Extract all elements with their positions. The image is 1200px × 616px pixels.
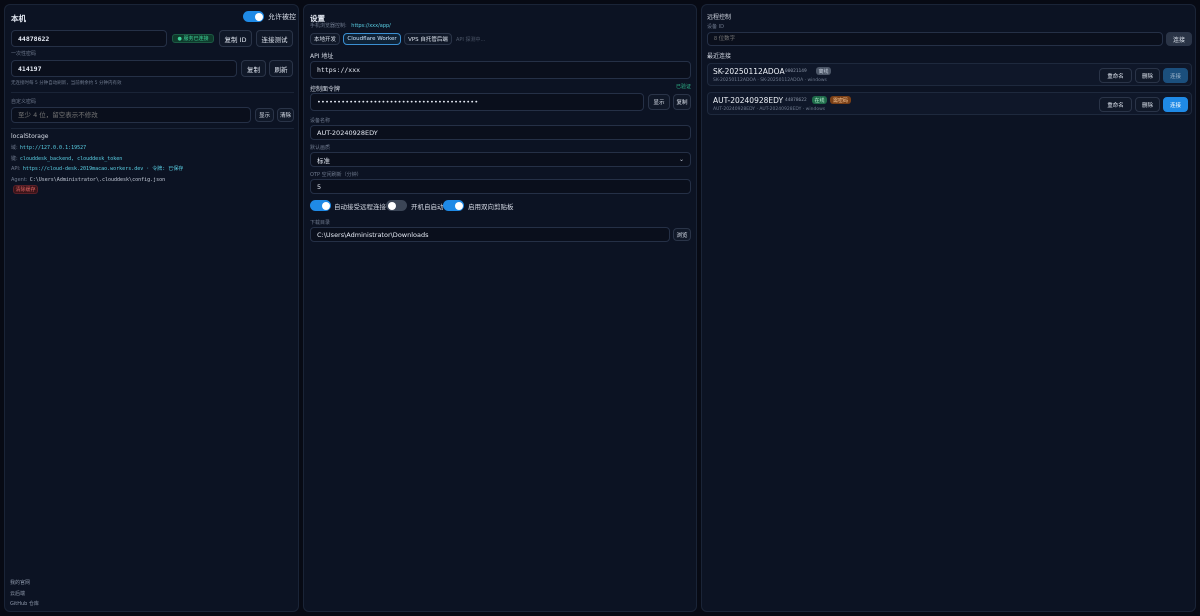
clear-cache-button[interactable]: 清除缓存: [13, 185, 38, 194]
auto-accept-label: 自动接受远程连接: [334, 203, 386, 211]
toggle-knob: [254, 12, 263, 21]
status-badge-password: 需密码: [830, 96, 851, 104]
connect-button[interactable]: 连接: [1163, 97, 1188, 112]
api-status: API 探测中...: [456, 37, 486, 43]
storage-title: localStorage: [11, 133, 49, 140]
local-panel: 本机 允许被控 44878622 ● 服务已连接 复制 ID 连接测试 一次性密…: [4, 4, 299, 612]
divider: [11, 92, 294, 93]
footer-links: 我的官网 云后端 GitHub 仓库: [10, 578, 39, 610]
api-address-label: API 地址: [310, 53, 334, 60]
allow-control-label: 允许被控: [268, 13, 296, 21]
delete-button[interactable]: 删除: [1135, 97, 1160, 112]
otp-display: 414197: [11, 60, 237, 77]
allow-control-toggle[interactable]: [243, 11, 264, 22]
clipboard-label: 启用双向剪贴板: [468, 203, 514, 211]
toggle-knob: [321, 201, 330, 210]
service-status-badge: ● 服务已连接: [172, 34, 214, 43]
device-name-input[interactable]: AUT-20240928EDY: [310, 125, 691, 140]
toggle-knob: [387, 201, 396, 210]
remote-device-id-input[interactable]: [707, 32, 1163, 46]
clipboard-toggle[interactable]: [443, 200, 464, 211]
autostart-toggle[interactable]: [386, 200, 407, 211]
recent-device-name: SK-20250112ADOA: [713, 67, 785, 76]
custom-password-label: 自定义密码: [11, 99, 37, 105]
recent-device-id: 44878622: [785, 98, 807, 103]
footer-link-backend[interactable]: 云后端: [10, 589, 39, 600]
copy-id-button[interactable]: 复制 ID: [219, 30, 252, 47]
rename-button[interactable]: 重命名: [1099, 68, 1132, 83]
phone-control-label: 手机浏览器控制:: [310, 23, 347, 29]
otp-interval-input[interactable]: 5: [310, 179, 691, 194]
storage-info: 域: http://127.0.0.1:19527 键: clouddesk_b…: [11, 143, 183, 185]
footer-link-github[interactable]: GitHub 仓库: [10, 599, 39, 610]
show-password-button[interactable]: 显示: [255, 108, 274, 122]
chevron-down-icon: ⌄: [678, 156, 684, 163]
auto-accept-toggle[interactable]: [310, 200, 331, 211]
device-id-display: 44878622: [11, 30, 167, 47]
token-label: 控制面令牌: [310, 86, 341, 93]
copy-otp-button[interactable]: 复制: [241, 60, 266, 77]
recent-label: 最近连接: [707, 53, 732, 60]
autostart-label: 开机自启动: [411, 203, 444, 211]
footer-link-site[interactable]: 我的官网: [10, 578, 39, 589]
storage-line: 键: clouddesk_backend, clouddesk_token: [11, 155, 123, 162]
mode-cloudflare-worker[interactable]: Cloudflare Worker: [343, 33, 401, 45]
status-badge-offline: 离线: [816, 67, 831, 75]
clear-password-button[interactable]: 清除: [277, 108, 294, 122]
storage-line: Agent: C:\Users\Administrator\.clouddesk…: [11, 176, 166, 183]
mode-local-dev[interactable]: 本地开发: [310, 33, 340, 45]
remote-panel: 远程控制 设备 ID 连接 最近连接 SK-20250112ADOA 00021…: [701, 4, 1196, 612]
recent-device-subtitle: SK-20250112ADOA · SK-20250112ADOA · wind…: [713, 78, 827, 83]
api-address-input[interactable]: https://xxx: [310, 61, 691, 79]
remote-device-id-label: 设备 ID: [707, 24, 724, 30]
mode-vps[interactable]: VPS 自托管后端: [404, 33, 452, 45]
recent-connection-item[interactable]: AUT-20240928EDY 44878622 在线 需密码 AUT-2024…: [707, 92, 1192, 115]
recent-connection-item[interactable]: SK-20250112ADOA 00021149 离线 SK-20250112A…: [707, 63, 1192, 86]
phone-control-row: 手机浏览器控制: https://xxx/app/: [310, 22, 391, 29]
test-connection-button[interactable]: 连接测试: [256, 30, 293, 47]
default-quality-label: 默认画质: [310, 145, 331, 151]
token-show-button[interactable]: 显示: [648, 94, 670, 110]
download-dir-label: 下载目录: [310, 220, 331, 226]
custom-password-input[interactable]: [11, 107, 251, 123]
token-status: 已验证: [676, 84, 692, 90]
divider: [11, 128, 294, 129]
otp-label: 一次性密码: [11, 51, 37, 57]
connect-button[interactable]: 连接: [1163, 68, 1188, 83]
default-quality-select[interactable]: 标准 ⌄: [310, 152, 691, 167]
toggle-knob: [454, 201, 463, 210]
delete-button[interactable]: 删除: [1135, 68, 1160, 83]
device-name-label: 设备名称: [310, 118, 331, 124]
default-quality-value: 标准: [317, 156, 330, 165]
status-badge-online: 在线: [812, 96, 827, 104]
recent-device-subtitle: AUT-20240928EDY · AUT-20240928EDY · wind…: [713, 107, 826, 112]
token-copy-button[interactable]: 复制: [673, 94, 691, 110]
otp-interval-label: OTP 空闲刷新（分钟）: [310, 172, 362, 178]
local-title: 本机: [11, 14, 26, 23]
storage-line: 域: http://127.0.0.1:19527: [11, 145, 87, 151]
remote-connect-button[interactable]: 连接: [1166, 32, 1192, 46]
rename-button[interactable]: 重命名: [1099, 97, 1132, 112]
refresh-otp-button[interactable]: 刷新: [269, 60, 293, 77]
phone-control-link[interactable]: https://xxx/app/: [351, 23, 391, 29]
recent-device-name: AUT-20240928EDY: [713, 96, 784, 105]
download-dir-input[interactable]: C:\Users\Administrator\Downloads: [310, 227, 670, 242]
storage-line: API: https://cloud-desk.2019macao.worker…: [11, 166, 184, 172]
settings-panel: 设置 手机浏览器控制: https://xxx/app/ 本地开发 Cloudf…: [303, 4, 697, 612]
remote-title: 远程控制: [707, 14, 732, 21]
token-input[interactable]: ••••••••••••••••••••••••••••••••••••••••: [310, 93, 644, 111]
otp-hint: 无连接时每 5 分钟自动刷新，当前剩余约 5 分钟内有效: [11, 81, 122, 86]
browse-button[interactable]: 浏览: [673, 228, 691, 241]
recent-device-id: 00021149: [785, 69, 807, 74]
